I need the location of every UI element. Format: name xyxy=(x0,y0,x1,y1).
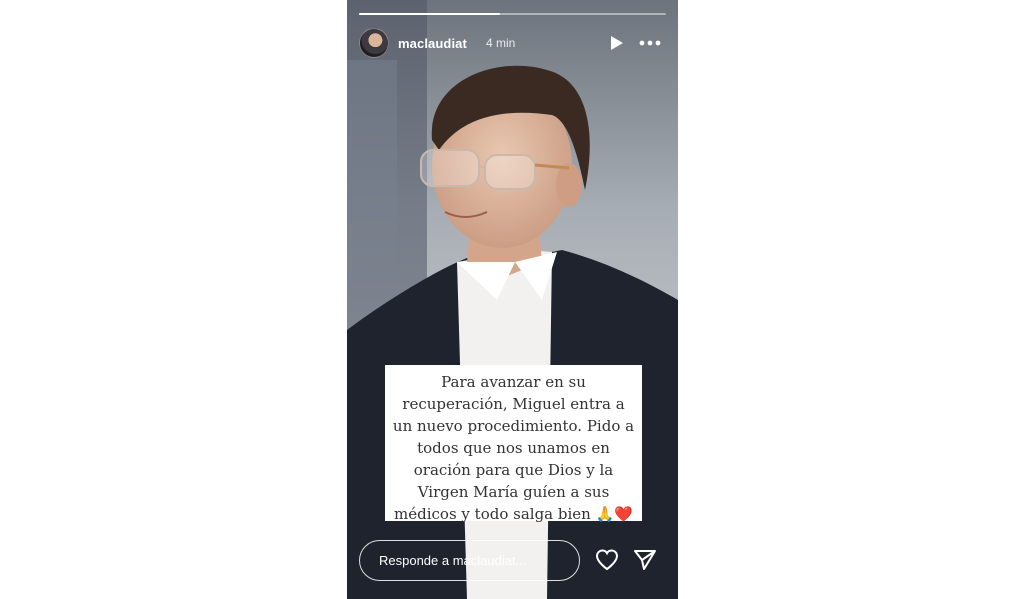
caption-line: Virgen María guíen a sus xyxy=(417,483,610,501)
caption-line-last: médicos y todo salga bien 🙏❤️ xyxy=(389,503,638,525)
story-username[interactable]: maclaudiat xyxy=(398,36,467,51)
pray-heart-emoji: 🙏❤️ xyxy=(595,505,633,523)
caption-line: médicos y todo salga bien xyxy=(394,505,591,523)
reply-placeholder: Responde a maclaudiat... xyxy=(379,553,527,568)
more-options-icon[interactable] xyxy=(637,35,663,51)
send-icon[interactable] xyxy=(633,548,657,572)
story-progress-bar xyxy=(359,13,666,15)
story-header: maclaudiat 4 min xyxy=(359,28,666,60)
reply-input[interactable]: Responde a maclaudiat... xyxy=(359,540,580,581)
caption-line: un nuevo procedimiento. Pido a xyxy=(392,417,635,435)
heart-icon[interactable] xyxy=(594,548,620,572)
profile-avatar[interactable] xyxy=(359,28,389,58)
caption-line: Para avanzar en su xyxy=(441,373,586,391)
story-progress-fill xyxy=(359,13,501,15)
story-time: 4 min xyxy=(486,36,516,50)
caption-line: recuperación, Miguel entra a xyxy=(402,395,625,413)
play-icon[interactable] xyxy=(607,34,625,52)
caption-line: todos que nos unamos en xyxy=(417,439,610,457)
story-caption: Para avanzar en su recuperación, Miguel … xyxy=(385,365,642,523)
story-viewer[interactable]: maclaudiat 4 min Para avanzar en su recu… xyxy=(347,0,678,599)
caption-line: oración para que Dios y la xyxy=(413,461,614,479)
